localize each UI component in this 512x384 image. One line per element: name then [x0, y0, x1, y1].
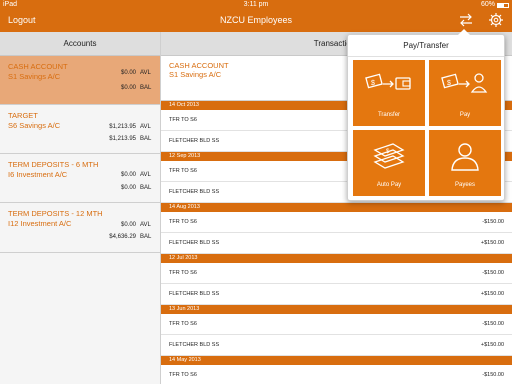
- account-item[interactable]: CASH ACCOUNT S1 Savings A/C $0.00 AVL $0.…: [0, 56, 160, 105]
- avl-tag: AVL: [140, 172, 151, 178]
- transaction-desc: FLETCHER BLD SS: [169, 342, 220, 348]
- page-title: NZCU Employees: [219, 15, 293, 25]
- transaction-amount: -$150.00: [482, 219, 504, 225]
- accounts-header: Accounts: [0, 32, 160, 56]
- transaction-row[interactable]: TFR TO S6 -$150.00: [161, 314, 512, 335]
- transaction-desc: TFR TO S6: [169, 321, 197, 327]
- battery-percent: 60%: [480, 1, 495, 8]
- avl-amount: $0.00: [120, 222, 136, 228]
- account-name: TERM DEPOSITS - 12 MTH: [8, 209, 103, 218]
- popover-title: Pay/Transfer: [348, 35, 504, 57]
- month-header: 12 Jul 2013: [161, 254, 512, 263]
- transaction-desc: FLETCHER BLD SS: [169, 240, 220, 246]
- transaction-desc: TFR TO S6: [169, 372, 197, 378]
- transaction-row[interactable]: TFR TO S6 -$150.00: [161, 365, 512, 384]
- account-item[interactable]: TERM DEPOSITS - 12 MTH I12 Investment A/…: [0, 203, 160, 253]
- account-item[interactable]: TARGET S6 Savings A/C $1,213.95 AVL $1,21…: [0, 105, 160, 154]
- svg-text:$: $: [447, 80, 451, 87]
- transaction-row[interactable]: TFR TO S6 -$150.00: [161, 263, 512, 284]
- pay-transfer-popover: Pay/Transfer $ Transfer $ Pay $ Auto Pay…: [347, 29, 505, 201]
- status-time: 3:11 pm: [243, 1, 269, 8]
- transaction-amount: -$150.00: [482, 270, 504, 276]
- svg-text:$: $: [371, 80, 375, 87]
- accounts-panel: Accounts CASH ACCOUNT S1 Savings A/C $0.…: [0, 32, 161, 384]
- transaction-desc: FLETCHER BLD SS: [169, 291, 220, 297]
- account-item[interactable]: TERM DEPOSITS - 6 MTH I6 Investment A/C …: [0, 154, 160, 203]
- avl-tag: AVL: [140, 222, 151, 228]
- transaction-row[interactable]: FLETCHER BLD SS +$150.00: [161, 233, 512, 254]
- transaction-desc: TFR TO S6: [169, 117, 197, 123]
- avl-amount: $0.00: [120, 172, 136, 178]
- gear-icon[interactable]: [488, 12, 504, 33]
- transaction-amount: -$150.00: [482, 321, 504, 327]
- transfer-tile[interactable]: $ Transfer: [353, 60, 425, 126]
- transaction-row[interactable]: TFR TO S6 -$150.00: [161, 212, 512, 233]
- transaction-desc: FLETCHER BLD SS: [169, 189, 220, 195]
- bal-tag: BAL: [140, 85, 152, 91]
- avl-amount: $0.00: [120, 70, 136, 76]
- transaction-desc: FLETCHER BLD SS: [169, 138, 220, 144]
- auto-pay-tile[interactable]: $ Auto Pay: [353, 130, 425, 196]
- transaction-amount: -$150.00: [482, 372, 504, 378]
- transaction-row[interactable]: FLETCHER BLD SS +$150.00: [161, 284, 512, 305]
- status-bar: iPad 3:11 pm 60%: [0, 0, 512, 10]
- payees-tile[interactable]: Payees: [429, 130, 501, 196]
- bal-amount: $1,213.95: [109, 136, 136, 142]
- month-header: 14 Aug 2013: [161, 203, 512, 212]
- bal-amount: $0.00: [120, 185, 136, 191]
- transaction-desc: TFR TO S6: [169, 270, 197, 276]
- battery-icon: [497, 2, 509, 8]
- avl-tag: AVL: [140, 70, 151, 76]
- bal-amount: $4,636.29: [109, 234, 136, 240]
- nav-bar: Logout NZCU Employees: [0, 10, 512, 32]
- transaction-desc: TFR TO S6: [169, 219, 197, 225]
- bal-tag: BAL: [140, 185, 152, 191]
- transaction-amount: +$150.00: [480, 291, 504, 297]
- tile-label: Pay: [459, 112, 471, 118]
- tile-label: Payees: [454, 182, 475, 188]
- pay-tile[interactable]: $ Pay: [429, 60, 501, 126]
- account-name: TERM DEPOSITS - 6 MTH: [8, 160, 99, 169]
- transaction-amount: +$150.00: [480, 240, 504, 246]
- transaction-amount: +$150.00: [480, 342, 504, 348]
- tile-label: Transfer: [377, 112, 401, 118]
- transaction-desc: TFR TO S6: [169, 168, 197, 174]
- avl-amount: $1,213.95: [109, 124, 136, 130]
- bal-tag: BAL: [140, 234, 152, 240]
- avl-tag: AVL: [140, 124, 151, 130]
- tile-label: Auto Pay: [376, 182, 402, 188]
- month-header: 13 Jun 2013: [161, 305, 512, 314]
- month-header: 14 May 2013: [161, 356, 512, 365]
- bal-tag: BAL: [140, 136, 152, 142]
- bal-amount: $0.00: [120, 85, 136, 91]
- battery-indicator: 60%: [481, 0, 509, 10]
- account-name: TARGET: [8, 111, 38, 120]
- transaction-row[interactable]: FLETCHER BLD SS +$150.00: [161, 335, 512, 356]
